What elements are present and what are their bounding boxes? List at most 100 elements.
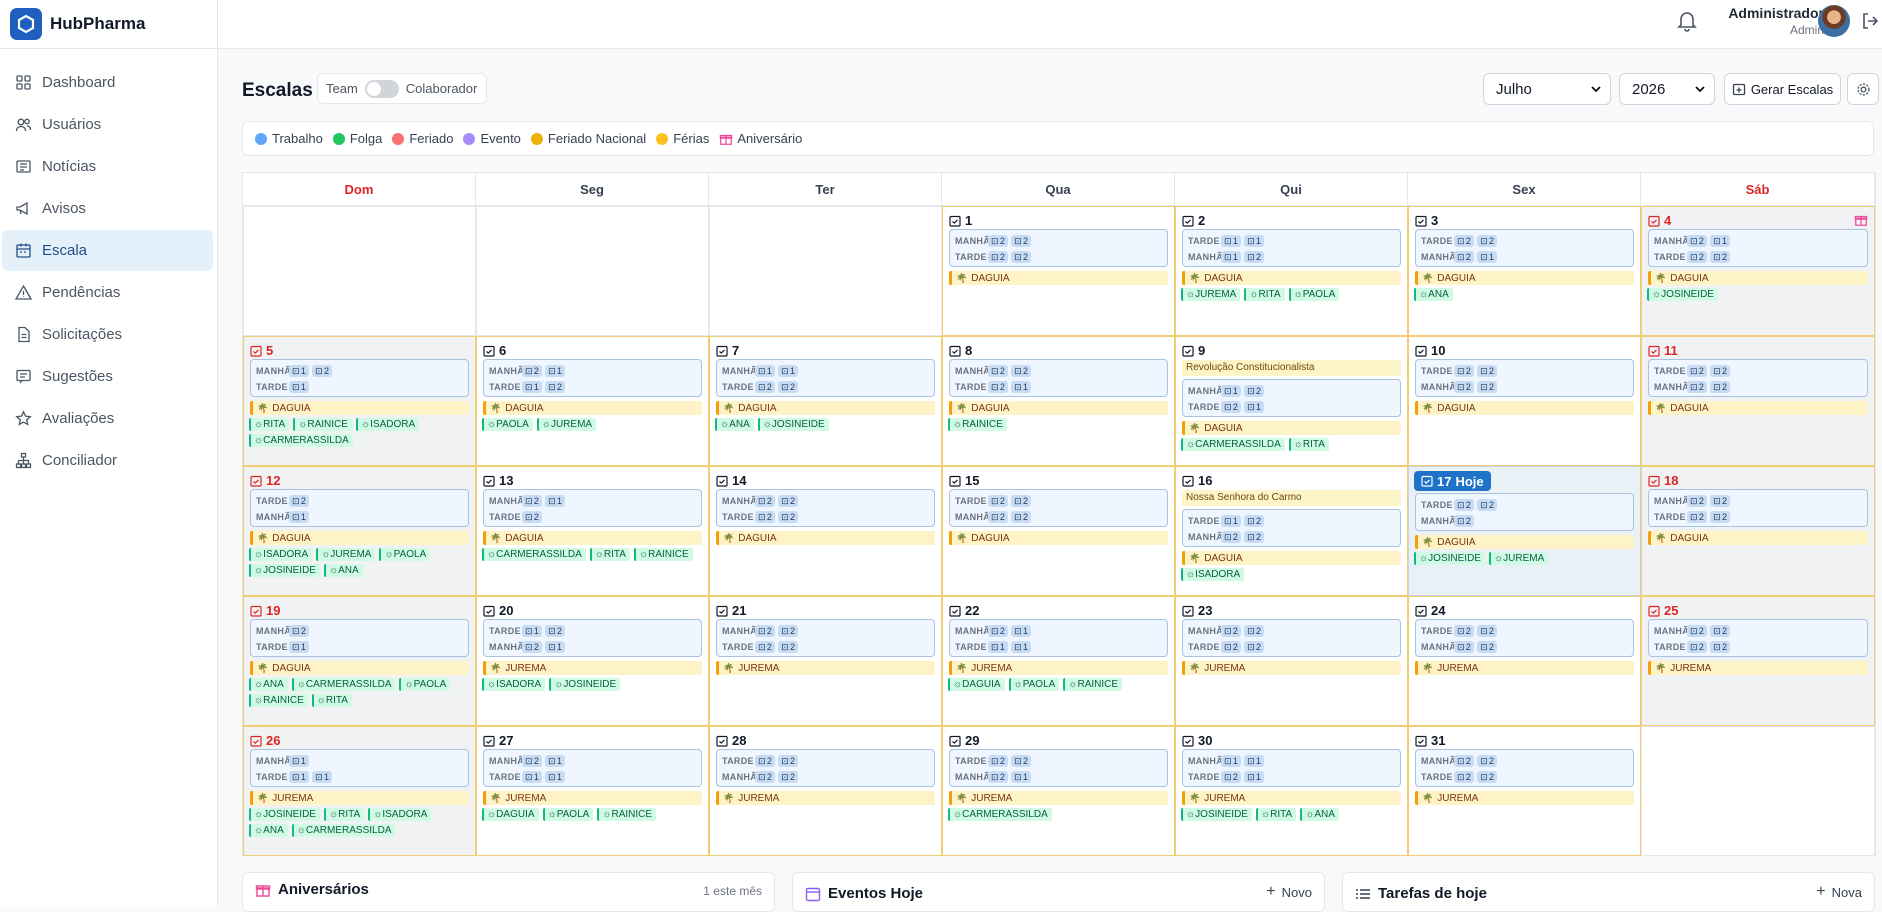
calendar-day-cell[interactable]: 27 MANHÃ ⊡2 ⊡1 TARDE ⊡1 ⊡1 🌴 JUREMA ☼DAGUIA ☼PAOLA… bbox=[476, 726, 709, 856]
collaborator-chip[interactable]: ☼PAOLA bbox=[1288, 288, 1340, 301]
shift-box[interactable]: MANHÃ ⊡1 ⊡2 TARDE ⊡2 ⊡1 bbox=[1182, 379, 1401, 417]
shift-box[interactable]: TARDE ⊡2 ⊡2 MANHÃ ⊡2 ⊡1 bbox=[949, 749, 1168, 787]
shift-box[interactable]: MANHÃ ⊡2 ⊡2 TARDE ⊡2 ⊡2 bbox=[716, 489, 935, 527]
collaborator-chip[interactable]: ☼JOSINEIDE bbox=[249, 564, 320, 577]
collaborator-chip[interactable]: ☼CARMERASSILDA bbox=[948, 808, 1052, 821]
collaborator-chip[interactable]: ☼ISADORA bbox=[368, 808, 432, 821]
collaborator-chip[interactable]: ☼RITA bbox=[1244, 288, 1285, 301]
calendar-day-cell[interactable]: 12 TARDE ⊡2 MANHÃ ⊡1 🌴 DAGUIA ☼ISADORA ☼JUREMA ☼P… bbox=[243, 466, 476, 596]
calendar-day-cell[interactable]: 6 MANHÃ ⊡2 ⊡1 TARDE ⊡1 ⊡2 🌴 DAGUIA ☼PAOLA ☼JUREMA bbox=[476, 336, 709, 466]
collaborator-chip[interactable]: ☼ISADORA bbox=[355, 418, 420, 431]
collaborator-chip[interactable]: ☼RITA bbox=[311, 694, 352, 707]
calendar-cell-empty[interactable] bbox=[243, 206, 476, 336]
shift-box[interactable]: TARDE ⊡2 ⊡2 MANHÃ ⊡2 ⊡1 bbox=[1415, 229, 1634, 267]
calendar-day-cell[interactable]: 4 MANHÃ ⊡2 ⊡1 TARDE ⊡2 ⊡2 🌴 DAGUIA ☼JOSINEIDE bbox=[1641, 206, 1875, 336]
calendar-cell-empty[interactable] bbox=[709, 206, 942, 336]
shift-box[interactable]: TARDE ⊡1 ⊡1 MANHÃ ⊡1 ⊡2 bbox=[1182, 229, 1401, 267]
collaborator-chip[interactable]: ☼CARMERASSILDA bbox=[1181, 438, 1285, 451]
collaborator-chip[interactable]: ☼DAGUIA bbox=[482, 808, 539, 821]
shift-box[interactable]: MANHÃ ⊡1 TARDE ⊡1 ⊡1 bbox=[250, 749, 469, 787]
collaborator-chip[interactable]: ☼RITA bbox=[589, 548, 630, 561]
collaborator-chip[interactable]: ☼PAOLA bbox=[542, 808, 594, 821]
collaborator-chip[interactable]: ☼RAINICE bbox=[1063, 678, 1123, 691]
collaborator-chip[interactable]: ☼ISADORA bbox=[1181, 568, 1245, 581]
collaborator-chip[interactable]: ☼JUREMA bbox=[1488, 552, 1549, 565]
collaborator-chip[interactable]: ☼JOSINEIDE bbox=[757, 418, 829, 431]
shift-box[interactable]: TARDE ⊡2 ⊡2 MANHÃ ⊡2 bbox=[1415, 493, 1634, 531]
collaborator-chip[interactable]: ☼CARMERASSILDA bbox=[249, 434, 353, 447]
collaborator-chip[interactable]: ☼ISADORA bbox=[249, 548, 313, 561]
sidebar-item-dashboard[interactable]: Dashboard bbox=[2, 62, 213, 103]
calendar-day-cell[interactable]: 16 Nossa Senhora do Carmo TARDE ⊡1 ⊡2 MANHÃ ⊡2… bbox=[1175, 466, 1408, 596]
sidebar-item-conciliador[interactable]: Conciliador bbox=[2, 440, 213, 481]
calendar-day-cell[interactable]: 23 MANHÃ ⊡2 ⊡2 TARDE ⊡2 ⊡2 🌴 JUREMA bbox=[1175, 596, 1408, 726]
collaborator-chip[interactable]: ☼ANA bbox=[249, 824, 288, 837]
collaborator-chip[interactable]: ☼PAOLA bbox=[1008, 678, 1060, 691]
collaborator-chip[interactable]: ☼RAINICE bbox=[633, 548, 693, 561]
sidebar-item-pendencias[interactable]: Pendências bbox=[2, 272, 213, 313]
collaborator-chip[interactable]: ☼JOSINEIDE bbox=[249, 808, 320, 821]
collaborator-chip[interactable]: ☼RITA bbox=[323, 808, 365, 821]
collaborator-chip[interactable]: ☼CARMERASSILDA bbox=[291, 678, 396, 691]
calendar-day-cell[interactable]: 30 MANHÃ ⊡1 ⊡1 TARDE ⊡2 ⊡1 🌴 JUREMA ☼JOSINEIDE ☼RI… bbox=[1175, 726, 1408, 856]
calendar-day-cell[interactable]: 5 MANHÃ ⊡1 ⊡2 TARDE ⊡1 🌴 DAGUIA ☼RITA ☼RAINICE ☼IS… bbox=[243, 336, 476, 466]
collaborator-chip[interactable]: ☼RITA bbox=[1288, 438, 1329, 451]
collaborator-chip[interactable]: ☼PAOLA bbox=[482, 418, 533, 431]
settings-button[interactable] bbox=[1847, 73, 1879, 105]
shift-box[interactable]: MANHÃ ⊡2 ⊡1 TARDE ⊡2 ⊡2 bbox=[1648, 229, 1868, 267]
calendar-day-cell[interactable]: 1 MANHÃ ⊡2 ⊡2 TARDE ⊡2 ⊡2 🌴 DAGUIA bbox=[942, 206, 1175, 336]
collaborator-chip[interactable]: ☼ISADORA bbox=[482, 678, 546, 691]
shift-box[interactable]: MANHÃ ⊡1 ⊡1 TARDE ⊡2 ⊡1 bbox=[1182, 749, 1401, 787]
shift-box[interactable]: MANHÃ ⊡2 TARDE ⊡1 bbox=[250, 619, 469, 657]
shift-box[interactable]: MANHÃ ⊡1 ⊡1 TARDE ⊡2 ⊡2 bbox=[716, 359, 935, 397]
calendar-day-cell[interactable]: 9 Revolução Constitucionalista MANHÃ ⊡1 ⊡2 TA… bbox=[1175, 336, 1408, 466]
shift-box[interactable]: MANHÃ ⊡2 ⊡2 TARDE ⊡2 ⊡2 bbox=[1648, 489, 1868, 527]
logout-icon[interactable] bbox=[1860, 11, 1880, 36]
calendar-day-cell[interactable]: 13 MANHÃ ⊡2 ⊡1 TARDE ⊡2 🌴 DAGUIA ☼CARMERASSILDA ☼… bbox=[476, 466, 709, 596]
calendar-day-cell[interactable]: 3 TARDE ⊡2 ⊡2 MANHÃ ⊡2 ⊡1 🌴 DAGUIA ☼ANA bbox=[1408, 206, 1641, 336]
shift-box[interactable]: MANHÃ ⊡2 ⊡2 TARDE ⊡2 ⊡2 bbox=[1415, 749, 1634, 787]
collaborator-chip[interactable]: ☼ANA bbox=[1300, 808, 1339, 821]
sidebar-item-avaliacoes[interactable]: Avaliações bbox=[2, 398, 213, 439]
collaborator-chip[interactable]: ☼RAINICE bbox=[249, 694, 308, 707]
collaborator-chip[interactable]: ☼JOSINEIDE bbox=[1181, 808, 1252, 821]
month-select[interactable]: Julho bbox=[1483, 73, 1611, 105]
team-colaborador-switch[interactable] bbox=[364, 79, 399, 98]
collaborator-chip[interactable]: ☼RITA bbox=[1255, 808, 1297, 821]
shift-box[interactable]: MANHÃ ⊡2 ⊡1 TARDE ⊡1 ⊡2 bbox=[483, 359, 702, 397]
new-task-button[interactable]: + Nova bbox=[1816, 883, 1862, 901]
calendar-day-cell[interactable]: 29 TARDE ⊡2 ⊡2 MANHÃ ⊡2 ⊡1 🌴 JUREMA ☼CARMERASSILD… bbox=[942, 726, 1175, 856]
calendar-day-cell[interactable]: 21 MANHÃ ⊡2 ⊡2 TARDE ⊡2 ⊡2 🌴 JUREMA bbox=[709, 596, 942, 726]
sidebar-item-usuarios[interactable]: Usuários bbox=[2, 104, 213, 145]
calendar-cell-empty[interactable] bbox=[476, 206, 709, 336]
shift-box[interactable]: TARDE ⊡2 ⊡2 MANHÃ ⊡2 ⊡2 bbox=[1415, 359, 1634, 397]
calendar-day-cell[interactable]: 14 MANHÃ ⊡2 ⊡2 TARDE ⊡2 ⊡2 🌴 DAGUIA bbox=[709, 466, 942, 596]
calendar-day-cell[interactable]: 8 MANHÃ ⊡2 ⊡2 TARDE ⊡2 ⊡1 🌴 DAGUIA ☼RAINICE bbox=[942, 336, 1175, 466]
collaborator-chip[interactable]: ☼JOSINEIDE bbox=[549, 678, 621, 691]
calendar-day-cell[interactable]: 19 MANHÃ ⊡2 TARDE ⊡1 🌴 DAGUIA ☼ANA ☼CARMERASSILD… bbox=[243, 596, 476, 726]
shift-box[interactable]: MANHÃ ⊡2 ⊡1 TARDE ⊡1 ⊡1 bbox=[949, 619, 1168, 657]
shift-box[interactable]: MANHÃ ⊡2 ⊡1 TARDE ⊡2 bbox=[483, 489, 702, 527]
collaborator-chip[interactable]: ☼PAOLA bbox=[399, 678, 451, 691]
calendar-day-cell[interactable]: 10 TARDE ⊡2 ⊡2 MANHÃ ⊡2 ⊡2 🌴 DAGUIA bbox=[1408, 336, 1641, 466]
brand[interactable]: HubPharma bbox=[0, 0, 217, 49]
user-info[interactable]: Administrador Admin bbox=[1728, 5, 1824, 37]
sidebar-item-solicitacoes[interactable]: Solicitações bbox=[2, 314, 213, 355]
collaborator-chip[interactable]: ☼ANA bbox=[323, 564, 363, 577]
shift-box[interactable]: TARDE ⊡1 ⊡2 MANHÃ ⊡2 ⊡2 bbox=[1182, 509, 1401, 547]
shift-box[interactable]: TARDE ⊡2 ⊡2 MANHÃ ⊡2 ⊡2 bbox=[949, 489, 1168, 527]
sidebar-item-escala[interactable]: Escala bbox=[2, 230, 213, 271]
calendar-day-cell[interactable]: 2 TARDE ⊡1 ⊡1 MANHÃ ⊡1 ⊡2 🌴 DAGUIA ☼JUREMA ☼RITA ☼P… bbox=[1175, 206, 1408, 336]
calendar-day-cell[interactable]: 18 MANHÃ ⊡2 ⊡2 TARDE ⊡2 ⊡2 🌴 DAGUIA bbox=[1641, 466, 1875, 596]
calendar-day-cell[interactable]: 15 TARDE ⊡2 ⊡2 MANHÃ ⊡2 ⊡2 🌴 DAGUIA bbox=[942, 466, 1175, 596]
shift-box[interactable]: MANHÃ ⊡2 ⊡2 TARDE ⊡2 ⊡1 bbox=[949, 359, 1168, 397]
collaborator-chip[interactable]: ☼RAINICE bbox=[597, 808, 657, 821]
new-event-button[interactable]: + Novo bbox=[1266, 883, 1312, 901]
calendar-day-cell[interactable]: 17 Hoje TARDE ⊡2 ⊡2 MANHÃ ⊡2 🌴 DAGUIA ☼JOSINEIDE ☼… bbox=[1408, 466, 1641, 596]
collaborator-chip[interactable]: ☼RAINICE bbox=[948, 418, 1007, 431]
calendar-day-cell[interactable]: 20 TARDE ⊡1 ⊡2 MANHÃ ⊡2 ⊡1 🌴 JUREMA ☼ISADORA ☼JOSI… bbox=[476, 596, 709, 726]
calendar-cell-empty[interactable] bbox=[1641, 726, 1875, 856]
collaborator-chip[interactable]: ☼JOSINEIDE bbox=[1414, 552, 1485, 565]
calendar-day-cell[interactable]: 31 MANHÃ ⊡2 ⊡2 TARDE ⊡2 ⊡2 🌴 JUREMA bbox=[1408, 726, 1641, 856]
collaborator-chip[interactable]: ☼ANA bbox=[249, 678, 288, 691]
